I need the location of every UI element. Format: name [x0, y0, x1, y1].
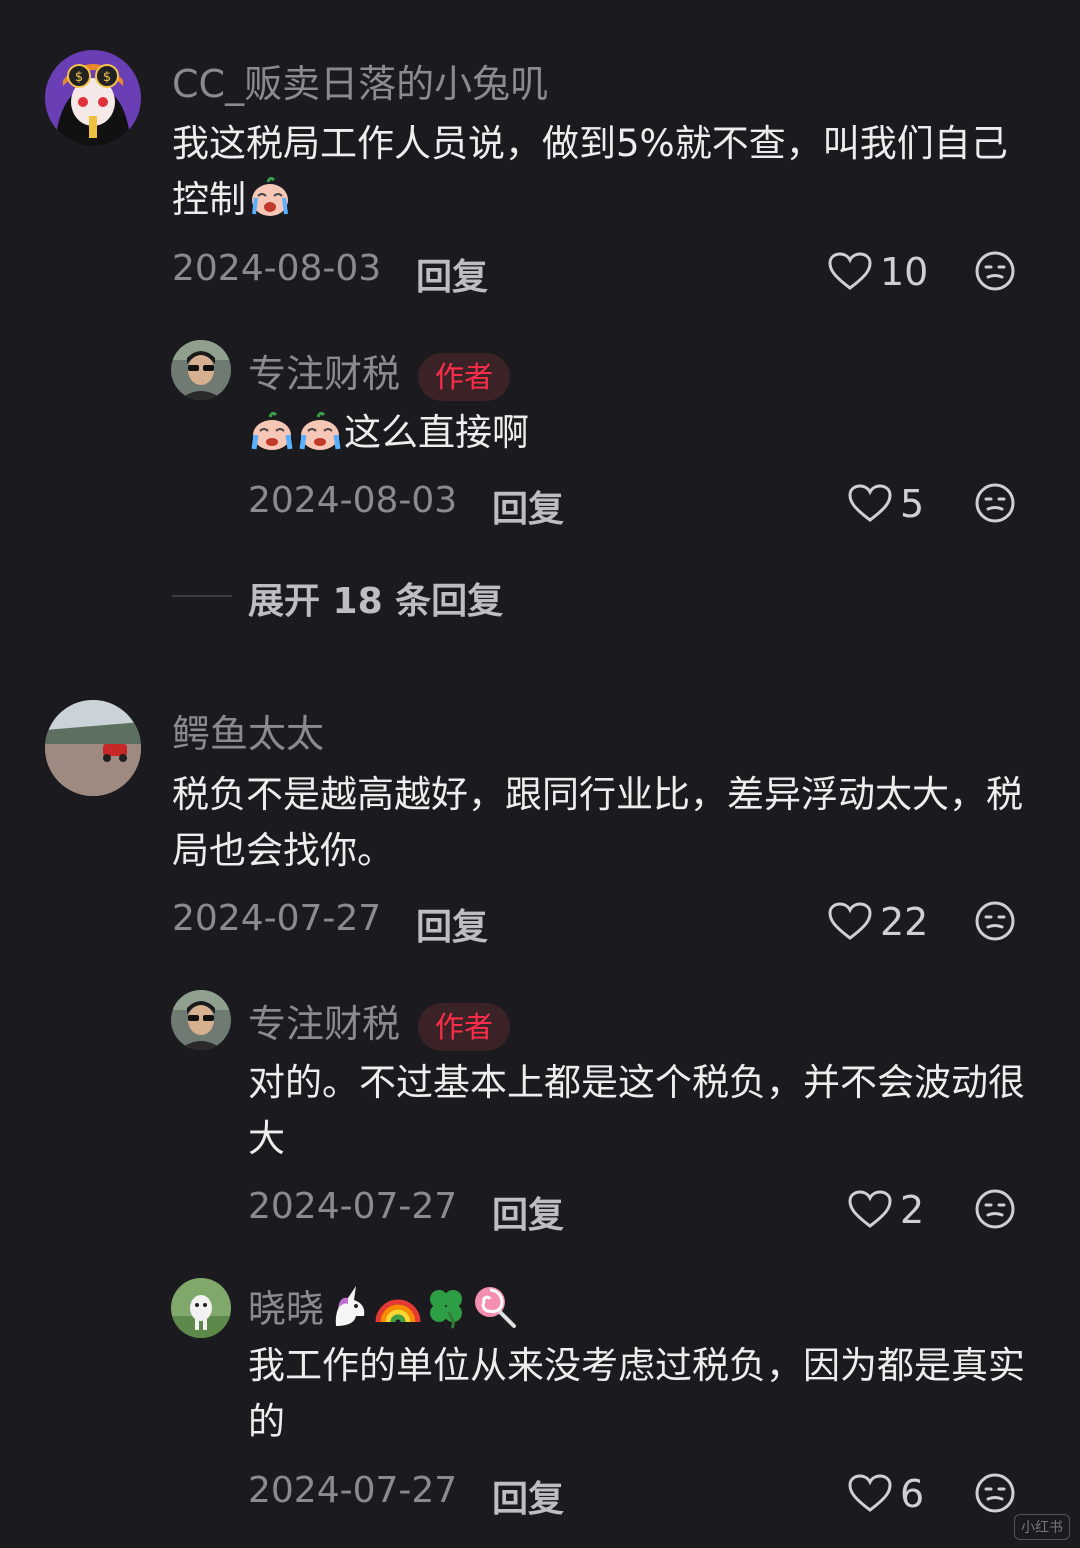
heart-icon [828, 902, 872, 940]
avatar[interactable]: $ $ [45, 50, 141, 146]
heart-icon [848, 1474, 892, 1512]
reply-button[interactable]: 回复 [492, 480, 564, 532]
watermark: 小红书 [1014, 1514, 1070, 1540]
comment-date: 2024-07-27 [172, 898, 382, 939]
dislike-button[interactable] [974, 482, 1016, 533]
username[interactable]: 晓晓 [248, 1278, 518, 1339]
unicorn-icon [326, 1282, 374, 1339]
avatar[interactable] [171, 340, 231, 400]
dislike-button[interactable] [974, 900, 1016, 951]
reply-button[interactable]: 回复 [492, 1186, 564, 1238]
comment-meta: 2024-08-03 回复 5 [0, 480, 1080, 540]
like-count: 6 [900, 1472, 925, 1516]
like-count: 5 [900, 482, 925, 526]
heart-icon [848, 484, 892, 522]
crying-face-icon [296, 405, 344, 469]
dislike-button[interactable] [974, 250, 1016, 301]
expand-replies-button[interactable]: 展开 18 条回复 [248, 572, 503, 624]
expand-divider [172, 595, 232, 597]
comment-text: 这么直接啊 [248, 405, 1028, 469]
comment-date: 2024-07-27 [248, 1186, 458, 1227]
like-count: 10 [880, 250, 929, 294]
meh-face-icon [975, 251, 1015, 291]
rainbow-icon [374, 1282, 422, 1339]
comment-text: 税负不是越高越好，跟同行业比，差异浮动太大，税局也会找你。 [172, 773, 1023, 872]
username[interactable]: 专注财税 作者 [248, 343, 511, 401]
comment-meta: 2024-08-03 回复 10 [0, 248, 1080, 308]
crying-face-icon [246, 172, 294, 236]
username-text: 专注财税 [248, 1002, 401, 1046]
reply-button[interactable]: 回复 [416, 898, 488, 950]
username[interactable]: 鳄鱼太太 [172, 703, 324, 758]
meh-face-icon [975, 1189, 1015, 1229]
dislike-button[interactable] [974, 1472, 1016, 1523]
comment-text: 我工作的单位从来没考虑过税负，因为都是真实的 [248, 1344, 1025, 1443]
like-button[interactable]: 2 [848, 1186, 924, 1234]
svg-text:$: $ [103, 70, 111, 85]
like-button[interactable]: 6 [848, 1470, 924, 1518]
reply-button[interactable]: 回复 [416, 248, 488, 300]
comment-date: 2024-08-03 [172, 248, 382, 289]
meh-face-icon [975, 901, 1015, 941]
comment-meta: 2024-07-27 回复 6 [0, 1470, 1080, 1530]
comment-meta: 2024-07-27 回复 2 [0, 1186, 1080, 1246]
like-button[interactable]: 22 [828, 898, 928, 946]
author-badge: 作者 [418, 352, 511, 401]
meh-face-icon [975, 483, 1015, 523]
comment-meta: 2024-07-27 回复 22 [0, 898, 1080, 958]
comment-date: 2024-08-03 [248, 480, 458, 521]
heart-icon [848, 1190, 892, 1228]
username-text: 晓晓 [248, 1287, 325, 1331]
author-badge: 作者 [418, 1002, 511, 1051]
comment-text: 对的。不过基本上都是这个税负，并不会波动很大 [248, 1061, 1025, 1160]
four-leaf-clover-icon [422, 1282, 470, 1339]
comment-text: 我这税局工作人员说，做到5%就不查，叫我们自己控制 [172, 116, 1032, 236]
comment-date: 2024-07-27 [248, 1470, 458, 1511]
meh-face-icon [975, 1473, 1015, 1513]
lollipop-icon [470, 1282, 518, 1339]
reply-button[interactable]: 回复 [492, 1470, 564, 1522]
crying-face-icon [248, 405, 296, 469]
like-button[interactable]: 5 [848, 480, 924, 528]
avatar[interactable] [45, 700, 141, 796]
username[interactable]: 专注财税 作者 [248, 993, 511, 1051]
username-text: 专注财税 [248, 352, 401, 396]
like-button[interactable]: 10 [828, 248, 928, 296]
like-count: 22 [880, 900, 929, 944]
avatar[interactable] [171, 1278, 231, 1338]
dislike-button[interactable] [974, 1188, 1016, 1239]
avatar[interactable] [171, 990, 231, 1050]
like-count: 2 [900, 1188, 925, 1232]
username[interactable]: CC_贩卖日落的小兔叽 [172, 53, 548, 108]
svg-text:$: $ [75, 70, 83, 85]
heart-icon [828, 252, 872, 290]
